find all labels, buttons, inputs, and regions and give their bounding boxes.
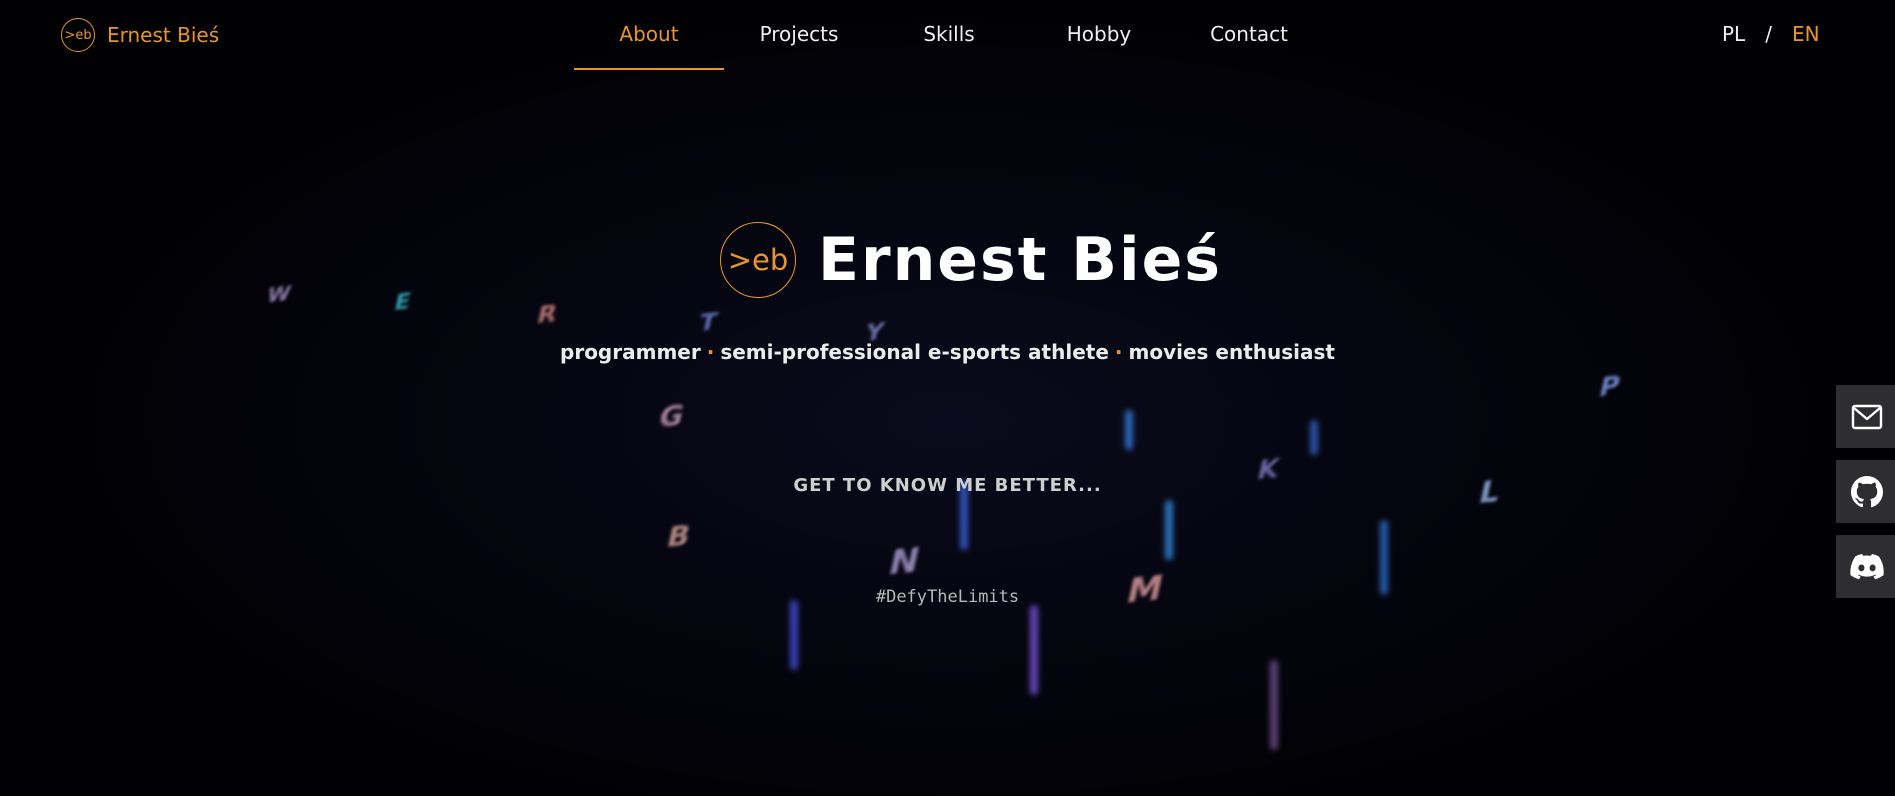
tagline-role: programmer <box>560 340 701 364</box>
github-icon <box>1851 475 1883 507</box>
get-to-know-me-button[interactable]: GET TO KNOW ME BETTER... <box>793 475 1101 496</box>
envelope-icon <box>1851 404 1883 429</box>
bg-key: N <box>885 540 924 584</box>
bg-key-glow <box>1270 660 1278 750</box>
lang-en-button[interactable]: EN <box>1792 22 1820 46</box>
lang-separator: / <box>1765 22 1772 46</box>
nav-projects[interactable]: Projects <box>724 0 874 70</box>
hashtag: #DefyTheLimits <box>875 587 1020 607</box>
bg-key-glow <box>1165 500 1173 560</box>
social-sidebar <box>1836 385 1895 598</box>
lang-pl-button[interactable]: PL <box>1722 22 1745 46</box>
bg-key: G <box>656 398 687 435</box>
bg-key: T <box>696 307 720 337</box>
site-header: >eb Ernest Bieś About Projects Skills Ho… <box>0 0 1895 70</box>
bg-key-glow <box>790 600 798 670</box>
bg-key: R <box>534 299 560 329</box>
nav-contact[interactable]: Contact <box>1174 0 1324 70</box>
bg-key-glow <box>1380 520 1388 595</box>
email-button[interactable] <box>1836 385 1895 448</box>
hero-logo-icon: >eb <box>720 222 796 298</box>
bg-key: W <box>265 280 294 308</box>
nav-about[interactable]: About <box>574 0 724 70</box>
bg-key: E <box>392 289 413 316</box>
hero-title: >eb Ernest Bieś <box>720 222 1222 298</box>
bg-key-glow <box>1310 420 1318 455</box>
bg-key: P <box>1596 371 1623 403</box>
discord-button[interactable] <box>1836 535 1895 598</box>
nav-hobby[interactable]: Hobby <box>1024 0 1174 70</box>
github-button[interactable] <box>1836 460 1895 523</box>
bg-key-glow <box>1125 410 1133 450</box>
bg-key: B <box>664 518 694 555</box>
language-switcher: PL / EN <box>1722 22 1820 46</box>
discord-icon <box>1850 553 1884 579</box>
tagline-role: semi-professional e-sports athlete <box>720 340 1109 364</box>
nav-skills[interactable]: Skills <box>874 0 1024 70</box>
tagline-separator: · <box>1114 340 1123 364</box>
keyboard-background: W E R T Y G B N M K L P <box>0 0 1895 796</box>
tagline-separator: · <box>706 340 715 364</box>
main-nav: About Projects Skills Hobby Contact <box>574 0 1324 70</box>
hero-name: Ernest Bieś <box>818 225 1222 295</box>
brand-name: Ernest Bieś <box>107 23 220 47</box>
hero-tagline: programmer · semi-professional e-sports at… <box>0 340 1895 364</box>
tagline-role: movies enthusiast <box>1128 340 1335 364</box>
cta-wrapper: GET TO KNOW ME BETTER... <box>0 475 1895 496</box>
page: W E R T Y G B N M K L P >eb Ernest Bieś … <box>0 0 1895 796</box>
brand-logo-icon: >eb <box>61 18 95 52</box>
bg-key-glow <box>1030 605 1038 695</box>
brand-home-link[interactable]: >eb Ernest Bieś <box>61 18 219 52</box>
